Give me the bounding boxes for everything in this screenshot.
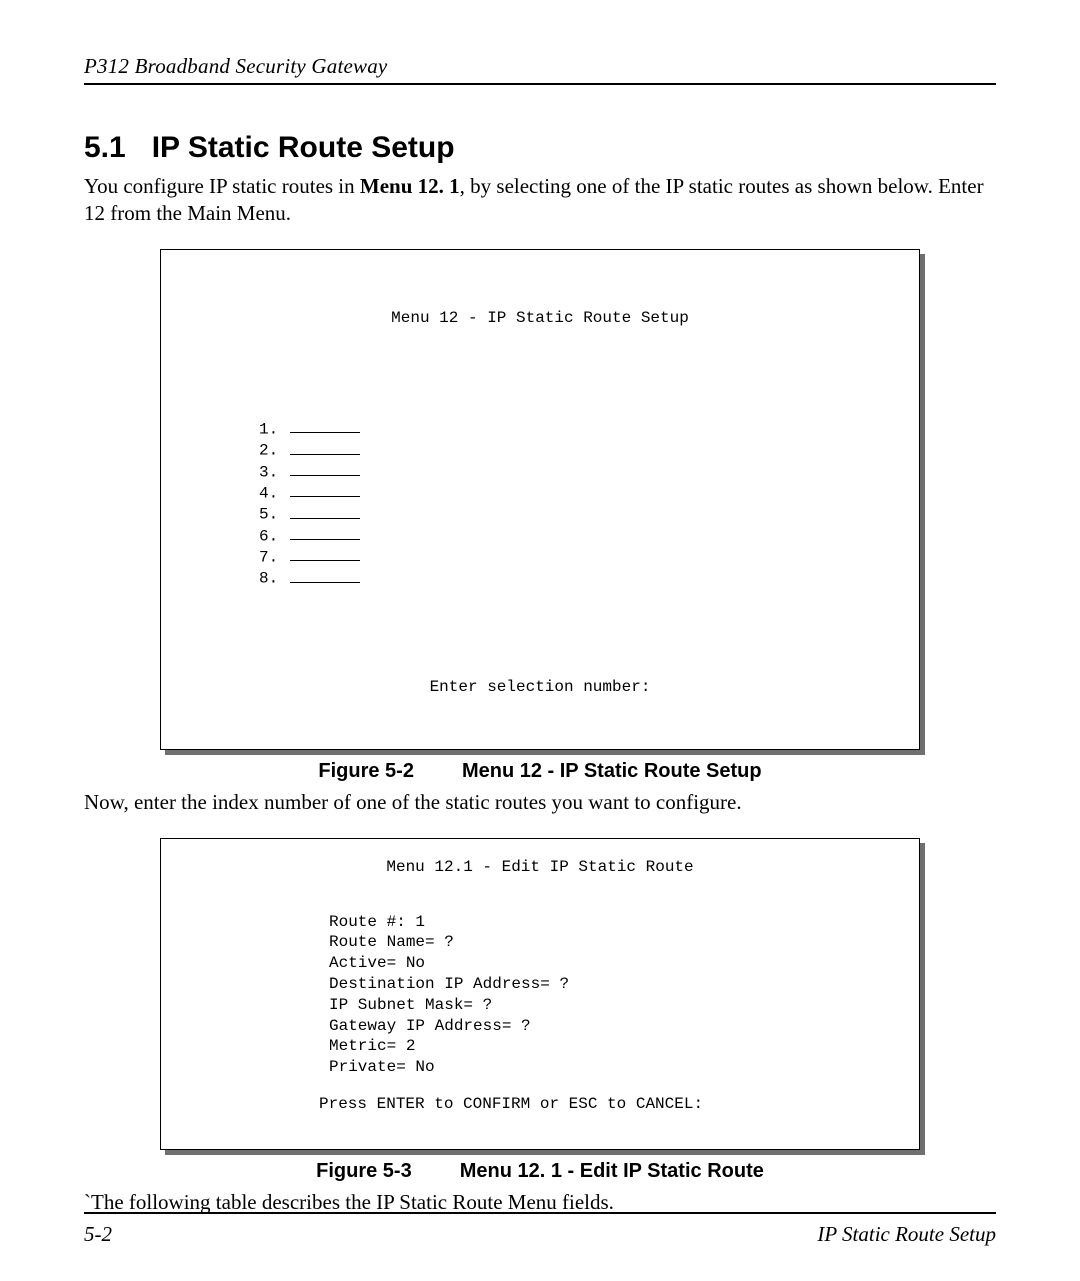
intro-pre: You configure IP static routes in: [84, 174, 360, 198]
field-line: Private= No: [329, 1058, 435, 1076]
terminal-screen-1: Menu 12 - IP Static Route Setup 1. 2. 3.…: [160, 249, 920, 750]
intro-paragraph: You configure IP static routes in Menu 1…: [84, 173, 996, 227]
terminal-1-prompt: Enter selection number:: [179, 677, 901, 697]
blank-field: [290, 525, 360, 540]
blank-field: [290, 567, 360, 582]
terminal-2-confirm: Press ENTER to CONFIRM or ESC to CANCEL:: [319, 1094, 901, 1115]
list-item: 8.: [259, 570, 278, 588]
list-item: 2.: [259, 442, 278, 460]
figure-2: Menu 12.1 - Edit IP Static Route Route #…: [160, 838, 920, 1150]
figure-2-caption-title: Menu 12. 1 - Edit IP Static Route: [460, 1160, 764, 1182]
footer-section-title: IP Static Route Setup: [817, 1222, 996, 1247]
footer-rule: [84, 1212, 996, 1214]
terminal-2-title: Menu 12.1 - Edit IP Static Route: [179, 857, 901, 878]
footer-page-number: 5-2: [84, 1222, 112, 1247]
header-rule: [84, 83, 996, 85]
field-line: Route #: 1: [329, 913, 425, 931]
terminal-1-list: 1. 2. 3. 4. 5. 6. 7. 8.: [259, 398, 901, 589]
list-item: 4.: [259, 484, 278, 502]
section-title: IP Static Route Setup: [152, 131, 455, 164]
section-heading: 5.1 IP Static Route Setup: [84, 131, 996, 165]
list-item: 6.: [259, 527, 278, 545]
list-item: 5.: [259, 506, 278, 524]
terminal-2-fields: Route #: 1 Route Name= ? Active= No Dest…: [329, 912, 901, 1078]
field-line: IP Subnet Mask= ?: [329, 996, 492, 1014]
blank-field: [290, 461, 360, 476]
field-line: Destination IP Address= ?: [329, 975, 569, 993]
figure-1-caption-title: Menu 12 - IP Static Route Setup: [462, 760, 762, 782]
running-header: P312 Broadband Security Gateway: [84, 54, 996, 79]
blank-field: [290, 439, 360, 454]
blank-field: [290, 546, 360, 561]
field-line: Route Name= ?: [329, 933, 454, 951]
terminal-screen-2: Menu 12.1 - Edit IP Static Route Route #…: [160, 838, 920, 1150]
field-line: Gateway IP Address= ?: [329, 1017, 531, 1035]
figure-1-caption: Figure 5-2 Menu 12 - IP Static Route Setu…: [84, 760, 996, 783]
figure-2-caption-num: Figure 5-3: [316, 1160, 412, 1183]
page-footer: 5-2 IP Static Route Setup: [84, 1212, 996, 1247]
figure-1: Menu 12 - IP Static Route Setup 1. 2. 3.…: [160, 249, 920, 750]
blank-field: [290, 503, 360, 518]
page: P312 Broadband Security Gateway 5.1 IP St…: [0, 0, 1080, 1281]
list-item: 1.: [259, 420, 278, 438]
section-number: 5.1: [84, 131, 126, 165]
intro-bold: Menu 12. 1: [360, 174, 460, 198]
paragraph-2: Now, enter the index number of one of th…: [84, 789, 996, 816]
terminal-1-title: Menu 12 - IP Static Route Setup: [179, 308, 901, 328]
field-line: Metric= 2: [329, 1037, 415, 1055]
list-item: 3.: [259, 463, 278, 481]
blank-field: [290, 418, 360, 433]
figure-2-caption: Figure 5-3 Menu 12. 1 - Edit IP Static Ro…: [84, 1160, 996, 1183]
blank-field: [290, 482, 360, 497]
list-item: 7.: [259, 548, 278, 566]
field-line: Active= No: [329, 954, 425, 972]
figure-1-caption-num: Figure 5-2: [318, 760, 414, 783]
